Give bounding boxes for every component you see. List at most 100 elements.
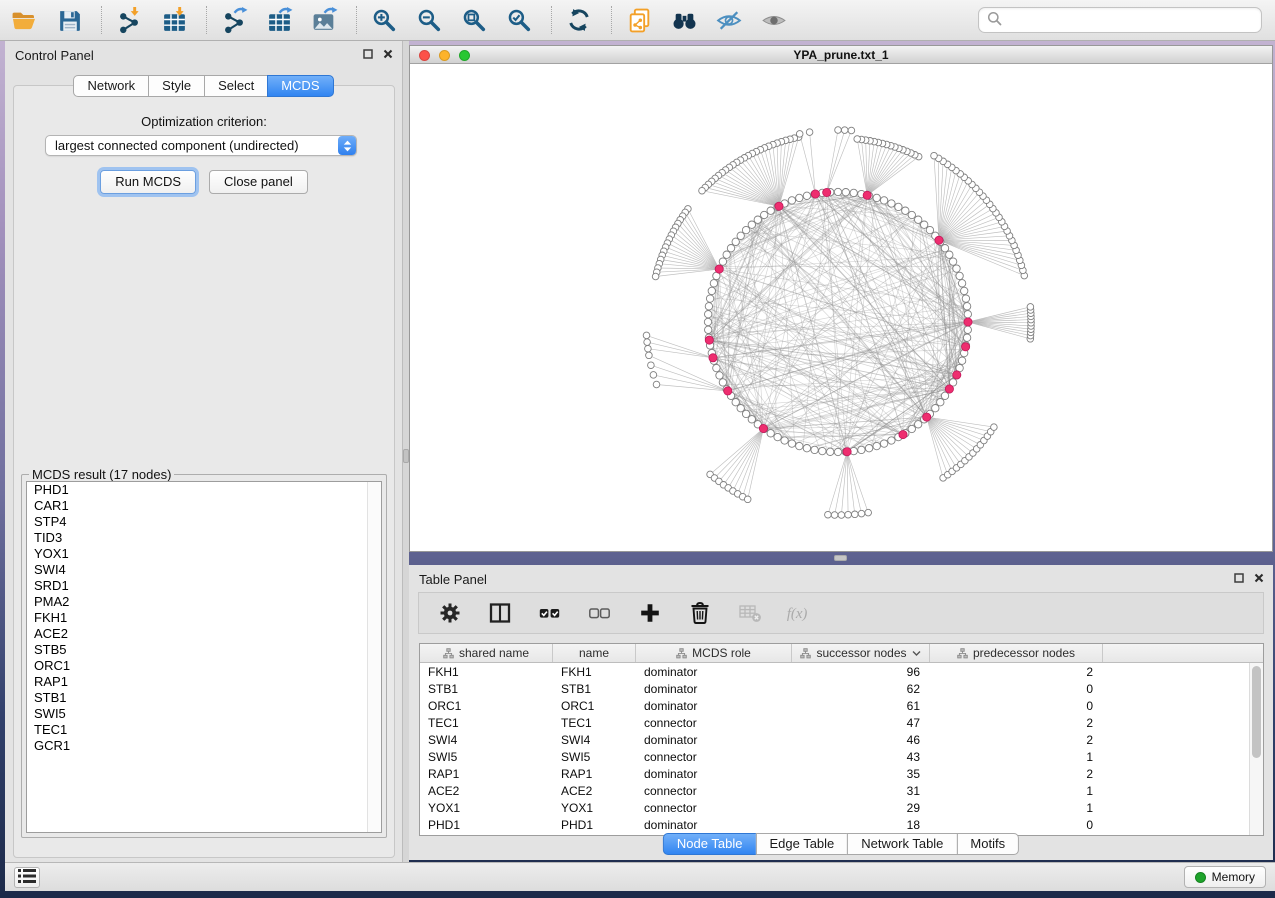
mcds-result-item[interactable]: FKH1: [27, 610, 381, 626]
column-header-name[interactable]: name: [553, 644, 636, 662]
cell-shared-name[interactable]: FKH1: [420, 665, 553, 679]
mcds-result-item[interactable]: ACE2: [27, 626, 381, 642]
mcds-result-item[interactable]: GCR1: [27, 738, 381, 754]
cell-name[interactable]: PHD1: [553, 818, 636, 832]
mcds-result-item[interactable]: STP4: [27, 514, 381, 530]
gear-icon[interactable]: [436, 599, 464, 627]
network-graph[interactable]: [410, 65, 1272, 551]
cell-name[interactable]: FKH1: [553, 665, 636, 679]
table-tab-edge-table[interactable]: Edge Table: [755, 833, 848, 855]
cell-name[interactable]: SWI5: [553, 750, 636, 764]
table-row[interactable]: SWI5SWI5connector431: [420, 748, 1263, 765]
export-image-icon[interactable]: [309, 5, 339, 35]
mcds-result-item[interactable]: TID3: [27, 530, 381, 546]
open-file-icon[interactable]: [9, 5, 39, 35]
check-all-icon[interactable]: [536, 599, 564, 627]
cell-name[interactable]: ACE2: [553, 784, 636, 798]
cell-predecessor-nodes[interactable]: 2: [930, 733, 1103, 747]
cell-shared-name[interactable]: SWI5: [420, 750, 553, 764]
tab-mcds[interactable]: MCDS: [267, 75, 333, 97]
mcds-result-item[interactable]: ORC1: [27, 658, 381, 674]
hide-eye-icon[interactable]: [714, 5, 744, 35]
cell-successor-nodes[interactable]: 46: [792, 733, 930, 747]
cell-successor-nodes[interactable]: 18: [792, 818, 930, 832]
cell-name[interactable]: RAP1: [553, 767, 636, 781]
float-table-panel-icon[interactable]: [1234, 573, 1244, 583]
mcds-result-item[interactable]: YOX1: [27, 546, 381, 562]
cell-MCDS-role[interactable]: connector: [636, 716, 792, 730]
table-row[interactable]: TEC1TEC1connector472: [420, 714, 1263, 731]
network-canvas[interactable]: [410, 65, 1272, 551]
cell-name[interactable]: STB1: [553, 682, 636, 696]
tab-style[interactable]: Style: [148, 75, 205, 97]
mcds-result-item[interactable]: PHD1: [27, 482, 381, 498]
table-scrollbar[interactable]: [1249, 663, 1263, 835]
float-panel-icon[interactable]: [363, 49, 373, 59]
cell-name[interactable]: TEC1: [553, 716, 636, 730]
cell-predecessor-nodes[interactable]: 1: [930, 784, 1103, 798]
cell-successor-nodes[interactable]: 31: [792, 784, 930, 798]
zoom-selected-icon[interactable]: [504, 5, 534, 35]
table-tab-node-table[interactable]: Node Table: [663, 833, 757, 855]
cell-predecessor-nodes[interactable]: 0: [930, 818, 1103, 832]
find-binoculars-icon[interactable]: [669, 5, 699, 35]
zoom-fit-icon[interactable]: [459, 5, 489, 35]
cell-MCDS-role[interactable]: dominator: [636, 699, 792, 713]
close-panel-icon[interactable]: [383, 49, 393, 59]
cell-name[interactable]: ORC1: [553, 699, 636, 713]
mcds-result-list[interactable]: PHD1CAR1STP4TID3YOX1SWI4SRD1PMA2FKH1ACE2…: [26, 481, 382, 833]
export-network-icon[interactable]: [219, 5, 249, 35]
search-input[interactable]: [1007, 13, 1261, 28]
cell-successor-nodes[interactable]: 29: [792, 801, 930, 815]
optimization-criterion-select[interactable]: largest connected component (undirected): [45, 135, 357, 156]
show-panels-list-button[interactable]: [14, 867, 40, 888]
cell-shared-name[interactable]: RAP1: [420, 767, 553, 781]
show-eye-icon[interactable]: [759, 5, 789, 35]
cell-shared-name[interactable]: ACE2: [420, 784, 553, 798]
close-window-icon[interactable]: [419, 50, 430, 61]
cell-MCDS-role[interactable]: connector: [636, 784, 792, 798]
cell-MCDS-role[interactable]: dominator: [636, 665, 792, 679]
cell-MCDS-role[interactable]: connector: [636, 750, 792, 764]
save-icon[interactable]: [54, 5, 84, 35]
close-panel-button[interactable]: Close panel: [209, 170, 308, 194]
cell-shared-name[interactable]: STB1: [420, 682, 553, 696]
cell-MCDS-role[interactable]: dominator: [636, 682, 792, 696]
zoom-out-icon[interactable]: [414, 5, 444, 35]
cell-shared-name[interactable]: TEC1: [420, 716, 553, 730]
search-box[interactable]: [978, 7, 1262, 33]
cell-MCDS-role[interactable]: dominator: [636, 818, 792, 832]
mcds-result-item[interactable]: STB1: [27, 690, 381, 706]
close-table-panel-icon[interactable]: [1254, 573, 1264, 583]
cell-predecessor-nodes[interactable]: 1: [930, 801, 1103, 815]
mcds-result-item[interactable]: SWI5: [27, 706, 381, 722]
trash-icon[interactable]: [686, 599, 714, 627]
column-header-shared-name[interactable]: shared name: [420, 644, 553, 662]
mcds-result-item[interactable]: RAP1: [27, 674, 381, 690]
result-list-scrollbar[interactable]: [367, 482, 381, 832]
refresh-icon[interactable]: [564, 5, 594, 35]
cell-predecessor-nodes[interactable]: 2: [930, 716, 1103, 730]
table-row[interactable]: SWI4SWI4dominator462: [420, 731, 1263, 748]
mcds-result-item[interactable]: CAR1: [27, 498, 381, 514]
table-row[interactable]: PHD1PHD1dominator180: [420, 816, 1263, 833]
table-tab-motifs[interactable]: Motifs: [956, 833, 1019, 855]
cell-successor-nodes[interactable]: 43: [792, 750, 930, 764]
table-row[interactable]: YOX1YOX1connector291: [420, 799, 1263, 816]
cell-successor-nodes[interactable]: 47: [792, 716, 930, 730]
cell-shared-name[interactable]: ORC1: [420, 699, 553, 713]
import-network-icon[interactable]: [114, 5, 144, 35]
cell-predecessor-nodes[interactable]: 2: [930, 665, 1103, 679]
cell-shared-name[interactable]: YOX1: [420, 801, 553, 815]
memory-button[interactable]: Memory: [1184, 866, 1266, 888]
cell-successor-nodes[interactable]: 61: [792, 699, 930, 713]
table-tab-network-table[interactable]: Network Table: [847, 833, 957, 855]
cell-MCDS-role[interactable]: dominator: [636, 767, 792, 781]
tab-network[interactable]: Network: [73, 75, 149, 97]
maximize-window-icon[interactable]: [459, 50, 470, 61]
table-row[interactable]: STB1STB1dominator620: [420, 680, 1263, 697]
horizontal-splitter-grip[interactable]: [834, 555, 847, 561]
table-row[interactable]: ORC1ORC1dominator610: [420, 697, 1263, 714]
split-view-icon[interactable]: [486, 599, 514, 627]
cell-successor-nodes[interactable]: 35: [792, 767, 930, 781]
